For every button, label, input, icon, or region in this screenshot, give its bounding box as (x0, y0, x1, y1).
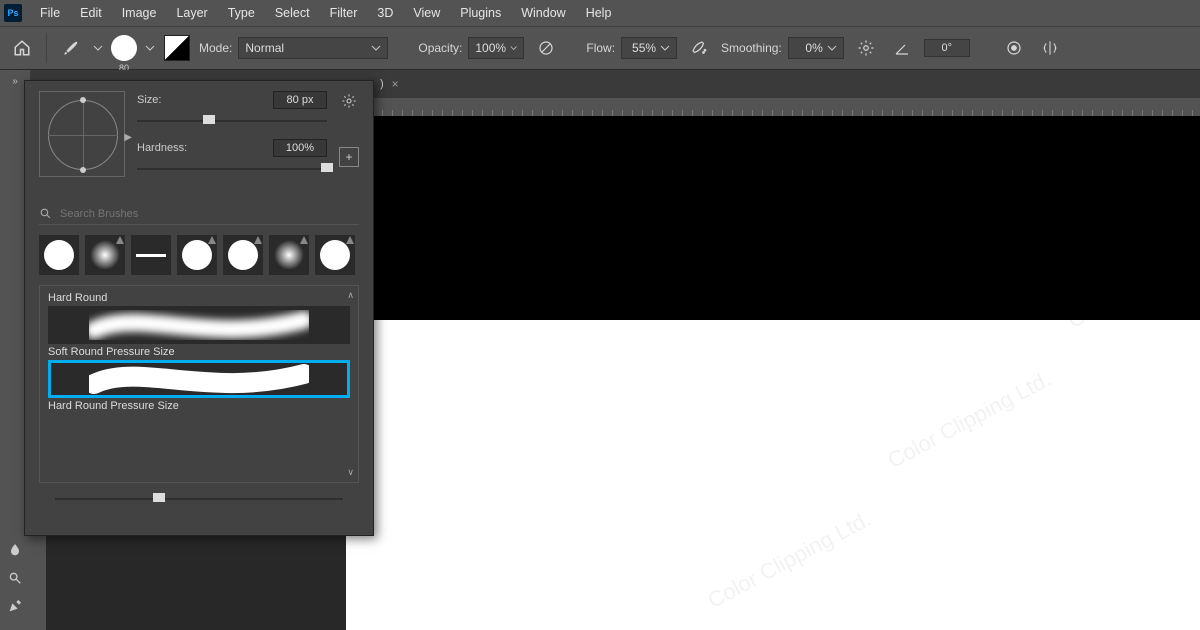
scroll-up-icon[interactable]: ∧ (347, 290, 354, 301)
menu-plugins[interactable]: Plugins (450, 2, 511, 24)
scroll-down-icon[interactable]: ∨ (347, 467, 354, 478)
smoothing-options-icon[interactable] (852, 34, 880, 62)
menu-select[interactable]: Select (265, 2, 320, 24)
tab-title-fragment: ) (380, 78, 384, 90)
brush-thumb-hard2[interactable] (177, 235, 217, 275)
menu-file[interactable]: File (30, 2, 70, 24)
menu-view[interactable]: View (403, 2, 450, 24)
home-icon[interactable] (8, 34, 36, 62)
brush-thumb-soft[interactable] (85, 235, 125, 275)
flow-input[interactable]: 55% (621, 37, 677, 59)
close-tab-icon[interactable]: × (392, 77, 399, 91)
angle-input[interactable] (924, 39, 970, 57)
brush-search[interactable] (39, 207, 359, 225)
hardness-label: Hardness: (137, 142, 197, 154)
flow-value: 55% (632, 41, 656, 55)
brush-name: Hard Round (48, 292, 350, 304)
brush-preview-icon (111, 35, 137, 61)
pressure-size-icon[interactable] (1000, 34, 1028, 62)
brush-angle-control[interactable]: ▶ (39, 91, 125, 177)
brush-thumb-soft2[interactable] (269, 235, 309, 275)
vertical-ruler[interactable] (30, 534, 46, 630)
brush-preset-panel: ▶ Size: Hardness: (24, 80, 374, 536)
menu-3d[interactable]: 3D (367, 2, 403, 24)
hardness-input[interactable] (273, 139, 327, 157)
smoothing-value: 0% (805, 41, 822, 55)
options-bar: 80 Mode: Normal Opacity: 100% Flow: 55% … (0, 26, 1200, 70)
panel-menu-icon[interactable] (339, 91, 359, 111)
opacity-value: 100% (475, 41, 506, 55)
hardness-slider[interactable] (137, 161, 327, 177)
brush-tool-icon[interactable] (57, 34, 85, 62)
chevron-down-icon[interactable] (145, 43, 155, 53)
document-tab[interactable]: ) × (370, 73, 409, 95)
search-icon (39, 207, 52, 220)
size-slider[interactable] (137, 113, 327, 129)
menu-edit[interactable]: Edit (70, 2, 112, 24)
brush-thumb-hard3[interactable] (223, 235, 263, 275)
thumbnail-size-slider[interactable] (55, 491, 343, 507)
menu-type[interactable]: Type (218, 2, 265, 24)
blend-mode-value: Normal (245, 41, 284, 55)
chevron-down-icon (827, 43, 837, 53)
stroke-preview-selected (48, 360, 350, 398)
chevron-down-icon[interactable] (93, 43, 103, 53)
brush-thumb-hard4[interactable] (315, 235, 355, 275)
brush-preset-picker[interactable]: 80 (111, 35, 137, 61)
dodge-tool-icon[interactable] (3, 566, 27, 590)
stroke-preview (48, 306, 350, 344)
flow-label: Flow: (586, 41, 615, 55)
chevron-down-icon (510, 43, 517, 53)
angle-icon[interactable] (888, 34, 916, 62)
blur-tool-icon[interactable] (3, 538, 27, 562)
menu-bar: Ps File Edit Image Layer Type Select Fil… (0, 0, 1200, 26)
chevron-down-icon (371, 43, 381, 53)
chevron-down-icon (660, 43, 670, 53)
menu-filter[interactable]: Filter (320, 2, 368, 24)
app-logo: Ps (4, 4, 22, 22)
menu-help[interactable]: Help (576, 2, 622, 24)
brush-thumb-line[interactable] (131, 235, 171, 275)
brush-list-item[interactable]: Hard Round Soft Round Pressure Size Hard… (40, 286, 358, 420)
blend-mode-select[interactable]: Normal (238, 37, 388, 59)
brush-thumbnails (25, 235, 373, 285)
smoothing-input[interactable]: 0% (788, 37, 844, 59)
size-input[interactable] (273, 91, 327, 109)
menu-image[interactable]: Image (112, 2, 167, 24)
symmetry-icon[interactable] (1036, 34, 1064, 62)
airbrush-icon[interactable] (685, 34, 713, 62)
watermark-text: Color Clipping Ltd. (884, 366, 1056, 474)
mode-label: Mode: (199, 41, 232, 55)
brush-list: ∧ Hard Round Soft Round Pressure Size Ha… (39, 285, 359, 483)
opacity-input[interactable]: 100% (468, 37, 524, 59)
size-label: Size: (137, 94, 197, 106)
divider (46, 33, 47, 63)
brush-search-input[interactable] (60, 208, 359, 220)
menu-layer[interactable]: Layer (166, 2, 217, 24)
menu-window[interactable]: Window (511, 2, 575, 24)
pressure-opacity-icon[interactable] (532, 34, 560, 62)
brush-thumb-hard[interactable] (39, 235, 79, 275)
pen-tool-icon[interactable] (3, 594, 27, 618)
new-brush-icon[interactable]: + (339, 147, 359, 167)
expand-tools-icon[interactable]: » (12, 76, 18, 90)
brush-settings-icon[interactable] (163, 34, 191, 62)
opacity-label: Opacity: (418, 41, 462, 55)
smoothing-label: Smoothing: (721, 41, 782, 55)
watermark-text: Color Clipping Ltd. (704, 506, 876, 614)
brush-name: Soft Round Pressure Size (48, 346, 350, 358)
arrow-right-icon: ▶ (124, 132, 132, 143)
brush-name: Hard Round Pressure Size (48, 400, 350, 412)
